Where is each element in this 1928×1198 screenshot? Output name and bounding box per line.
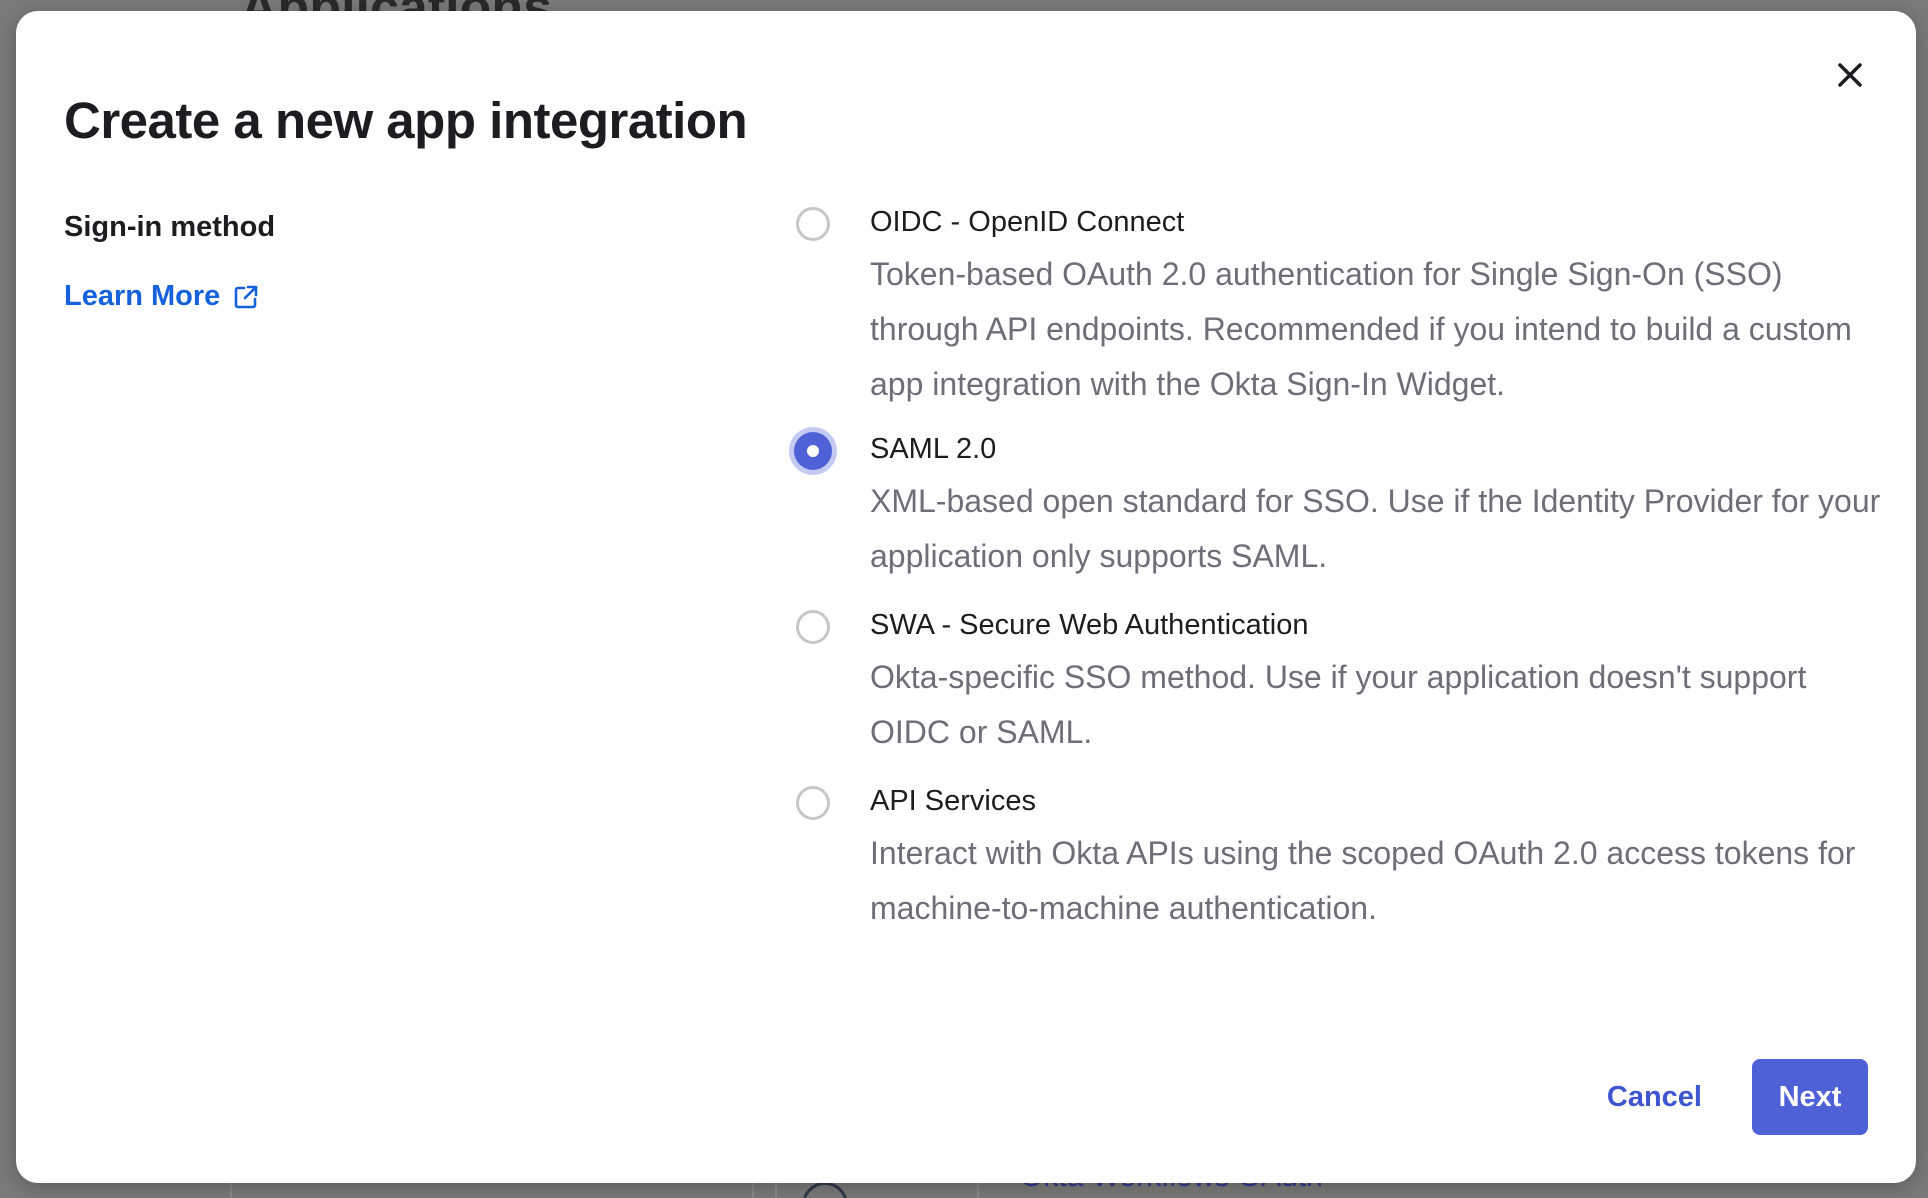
option-description: Okta-specific SSO method. Use if your ap… [870,659,1807,750]
sign-in-method-options: OIDC - OpenID Connect Token-based OAuth … [794,199,1886,936]
radio-api-services[interactable] [796,786,830,820]
option-description: XML-based open standard for SSO. Use if … [870,483,1881,574]
close-icon [1838,63,1862,87]
option-api-services[interactable]: API Services Interact with Okta APIs usi… [796,778,1886,936]
radio-saml[interactable] [794,432,832,470]
dialog-footer: Cancel Next [1583,1059,1868,1135]
option-oidc[interactable]: OIDC - OpenID Connect Token-based OAuth … [796,199,1886,412]
external-link-icon [235,285,258,308]
option-label: API Services [870,785,1036,817]
radio-oidc[interactable] [796,207,830,241]
radio-swa[interactable] [796,610,830,644]
option-label: SWA - Secure Web Authentication [870,609,1309,641]
learn-more-link[interactable]: Learn More [64,280,260,313]
cancel-button[interactable]: Cancel [1583,1059,1726,1135]
sign-in-method-label: Sign-in method [64,211,276,243]
sign-in-method-column: Sign-in method Learn More [64,201,664,313]
option-swa[interactable]: SWA - Secure Web Authentication Okta-spe… [796,602,1886,760]
option-description: Interact with Okta APIs using the scoped… [870,835,1856,926]
option-label: OIDC - OpenID Connect [870,206,1185,238]
option-saml[interactable]: SAML 2.0 XML-based open standard for SSO… [794,426,1886,584]
option-label: SAML 2.0 [870,433,997,465]
learn-more-label: Learn More [64,280,221,312]
next-button[interactable]: Next [1752,1059,1868,1135]
create-app-integration-dialog: Create a new app integration Sign-in met… [16,11,1916,1183]
close-button[interactable] [1828,53,1872,97]
option-description: Token-based OAuth 2.0 authentication for… [870,256,1852,402]
dialog-title: Create a new app integration [64,92,748,149]
